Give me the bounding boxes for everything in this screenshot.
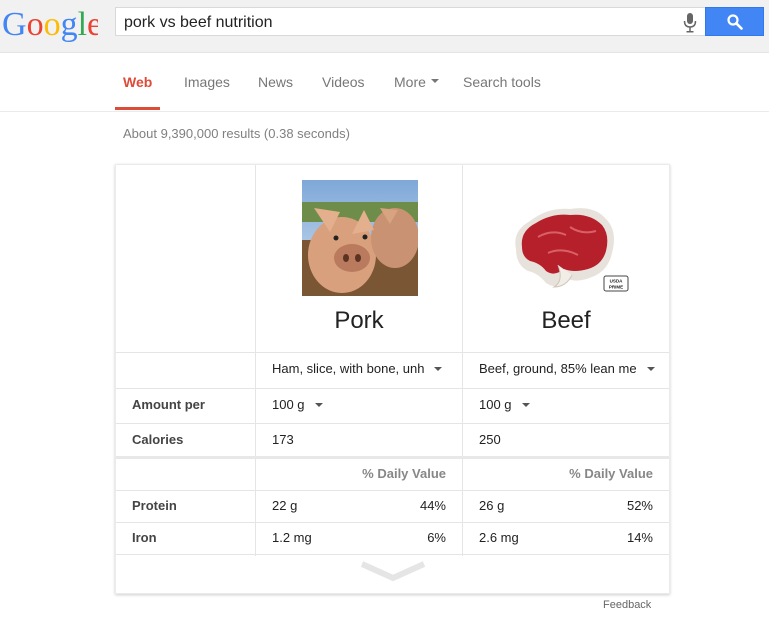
chevron-down-icon: [646, 366, 655, 371]
microphone-icon[interactable]: [683, 13, 697, 33]
row-divider: [116, 490, 669, 491]
tab-news[interactable]: News: [258, 74, 293, 90]
row-divider: [116, 423, 669, 424]
row-divider: [116, 388, 669, 389]
pork-amount-value: 100 g: [272, 397, 305, 412]
beef-iron-dv: 14%: [626, 530, 653, 545]
beef-daily-value-header: % Daily Value: [569, 466, 653, 481]
result-stats: About 9,390,000 results (0.38 seconds): [123, 126, 350, 141]
search-input[interactable]: pork vs beef nutrition: [115, 7, 705, 36]
beef-image[interactable]: USDA PRIME: [508, 201, 638, 293]
chevron-down-icon: [314, 402, 323, 407]
pork-daily-value-header: % Daily Value: [362, 466, 446, 481]
protein-label: Protein: [132, 498, 177, 513]
logo-letter: G: [2, 6, 27, 43]
logo-letter: o: [44, 6, 61, 43]
pork-title[interactable]: Pork: [256, 307, 462, 335]
search-button[interactable]: [705, 7, 764, 36]
active-tab-indicator: [115, 107, 160, 110]
beef-amount-select[interactable]: 100 g: [479, 397, 530, 412]
logo-letter: e: [87, 6, 98, 43]
pork-calories: 173: [272, 432, 294, 447]
tab-more[interactable]: More: [394, 74, 439, 90]
svg-text:USDA: USDA: [610, 279, 624, 284]
logo-letter: o: [27, 6, 44, 43]
search-header: Google pork vs beef nutrition: [0, 0, 769, 53]
iron-label: Iron: [132, 530, 157, 545]
search-icon: [727, 14, 743, 30]
column-divider: [462, 165, 463, 556]
beef-variant-value: Beef, ground, 85% lean me: [479, 361, 637, 376]
svg-text:PRIME: PRIME: [609, 285, 623, 290]
tab-videos[interactable]: Videos: [322, 74, 365, 90]
chevron-down-icon: [521, 402, 530, 407]
beef-amount-value: 100 g: [479, 397, 512, 412]
pork-protein-dv: 44%: [419, 498, 446, 513]
pork-variant-value: Ham, slice, with bone, unh: [272, 361, 425, 376]
calories-label: Calories: [132, 432, 184, 447]
column-divider: [255, 165, 256, 556]
tab-search-tools[interactable]: Search tools: [463, 74, 541, 90]
pork-amount-select[interactable]: 100 g: [272, 397, 323, 412]
search-tabs: Web Images News Videos More Search tools: [0, 53, 769, 112]
beef-variant-select[interactable]: Beef, ground, 85% lean me: [479, 361, 655, 376]
pork-image[interactable]: [302, 180, 418, 296]
amount-per-label: Amount per: [132, 397, 205, 412]
chevron-down-icon: [430, 79, 439, 84]
logo-letter: l: [78, 6, 87, 43]
search-query-text: pork vs beef nutrition: [124, 14, 273, 31]
section-divider: [116, 456, 669, 459]
beef-calories: 250: [479, 432, 501, 447]
beef-protein-dv: 52%: [626, 498, 653, 513]
tab-images[interactable]: Images: [184, 74, 230, 90]
pork-iron-dv: 6%: [427, 530, 446, 545]
beef-title[interactable]: Beef: [463, 307, 669, 335]
nutrition-comparison-card: USDA PRIME Pork Beef Ham, slice, with bo…: [115, 164, 670, 594]
row-divider: [116, 554, 669, 555]
tab-web[interactable]: Web: [123, 74, 152, 90]
row-divider: [116, 352, 669, 353]
google-logo[interactable]: Google: [2, 5, 98, 45]
row-divider: [116, 522, 669, 523]
tab-more-label: More: [394, 74, 426, 90]
chevron-down-icon: [434, 366, 443, 371]
svg-text:Google: Google: [2, 6, 98, 43]
logo-letter: g: [61, 6, 78, 43]
expand-chevron-icon[interactable]: [360, 560, 426, 584]
pork-variant-select[interactable]: Ham, slice, with bone, unh: [272, 361, 443, 376]
feedback-link[interactable]: Feedback: [603, 599, 651, 611]
